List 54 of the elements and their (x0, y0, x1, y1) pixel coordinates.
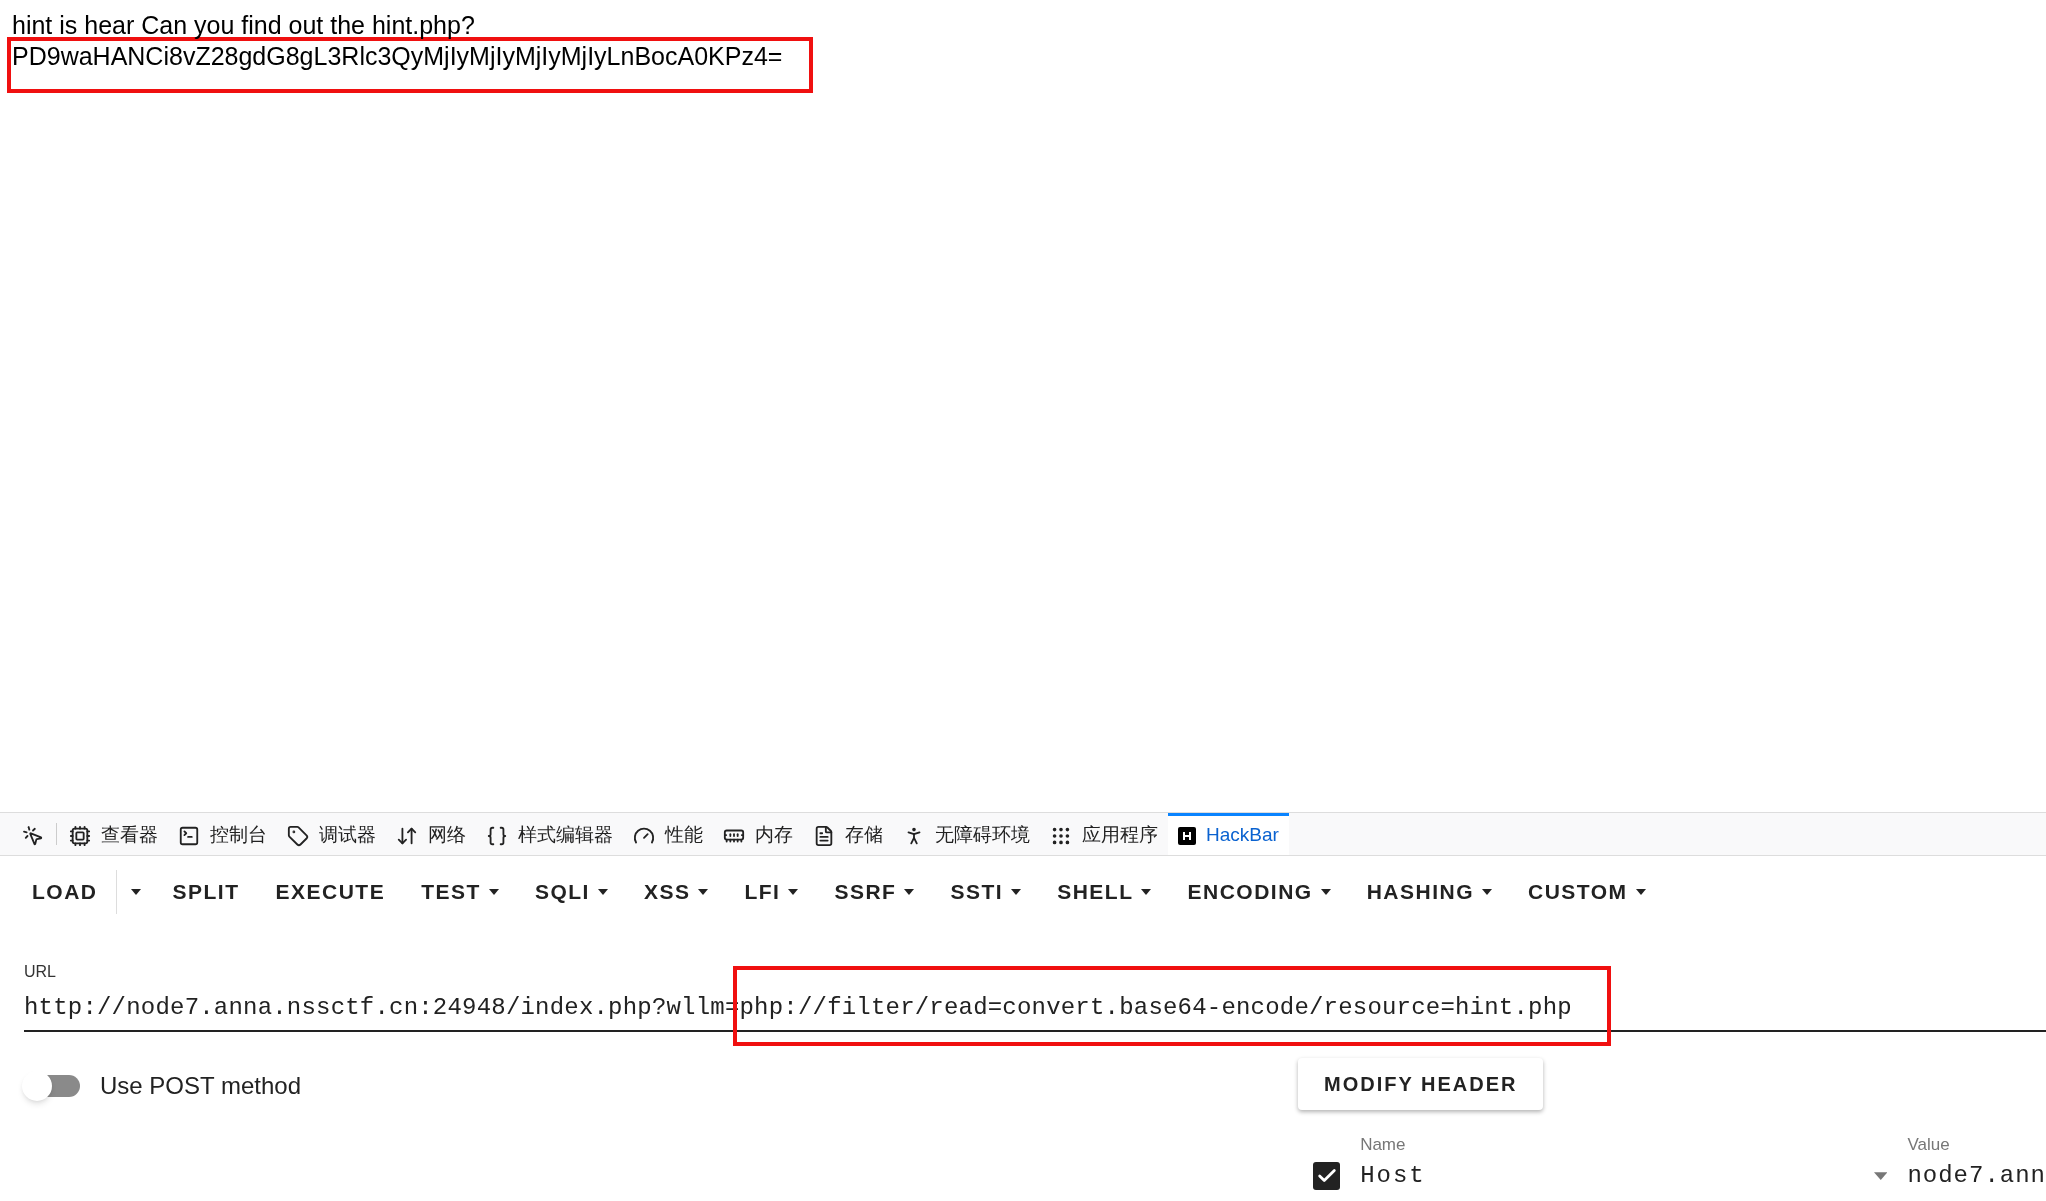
caret-icon (1482, 889, 1492, 895)
devtools-tab[interactable]: 内存 (713, 813, 803, 855)
devtools-tab[interactable]: 存储 (803, 813, 893, 855)
tag-icon (287, 824, 309, 847)
devtools-tab[interactable]: HackBar (1168, 813, 1289, 855)
header-value-label: Value (1907, 1134, 1950, 1156)
document-icon (813, 824, 835, 847)
caret-icon (1141, 889, 1152, 895)
header-value-field[interactable]: node7.ann (1907, 1157, 2046, 1194)
caret-icon (597, 889, 608, 895)
devtools-tab[interactable]: 样式编辑器 (476, 813, 623, 855)
hint-text: hint is hear Can you find out the hint.php? (12, 10, 476, 40)
devtools-tab[interactable]: 无障碍环境 (893, 813, 1040, 855)
toolbar-button[interactable]: LOAD (14, 870, 116, 914)
caret-icon (1635, 889, 1646, 895)
toolbar-button[interactable]: TEST (403, 870, 517, 914)
post-method-label: Use POST method (100, 1071, 301, 1101)
caret-icon (788, 889, 799, 895)
toolbar-button[interactable]: ENCODING (1169, 870, 1349, 914)
chip-icon (69, 824, 91, 847)
toolbar-button[interactable]: SPLIT (154, 870, 258, 914)
post-method-switch[interactable] (22, 1071, 82, 1101)
caret-icon (1011, 889, 1022, 895)
url-label: URL (24, 962, 56, 982)
braces-icon (486, 824, 508, 847)
header-name-label: Name (1360, 1134, 1406, 1156)
toolbar-button[interactable]: SSTI (932, 870, 1040, 914)
toolbar-button[interactable]: CUSTOM (1510, 870, 1664, 914)
caret-icon (130, 889, 141, 895)
toolbar-button[interactable]: EXECUTE (257, 870, 404, 914)
caret-icon (488, 889, 499, 895)
devtools-tab[interactable]: 性能 (623, 813, 713, 855)
hackbar-logo-icon (1178, 826, 1196, 845)
devtools-tab[interactable]: 查看器 (59, 813, 168, 855)
caret-icon (1320, 889, 1331, 895)
devtools-tab[interactable]: 应用程序 (1040, 813, 1168, 855)
caret-icon (698, 889, 709, 895)
toolbar-button[interactable]: XSS (625, 870, 727, 914)
devtools-tab[interactable]: 控制台 (168, 813, 277, 855)
header-checkbox[interactable] (1313, 1161, 1341, 1190)
encoded-text: PD9waHANCi8vZ28gdG8gL3Rlc3QyMjIyMjIyMjIyMjIyLnBocA0KPz4= (12, 41, 783, 71)
toolbar-button[interactable]: SHELL (1039, 870, 1170, 914)
modify-header-button[interactable]: MODIFY HEADER (1298, 1058, 1544, 1110)
toolbar-button[interactable]: HASHING (1348, 870, 1510, 914)
caret-icon (904, 889, 915, 895)
terminal-icon (178, 824, 200, 847)
devtools-tab[interactable]: 调试器 (277, 813, 386, 855)
devtools-tab[interactable]: 网络 (386, 813, 476, 855)
picker-icon (22, 824, 44, 847)
header-name-field[interactable]: Host (1360, 1157, 1426, 1194)
toolbar-button[interactable]: SQLI (516, 870, 626, 914)
toolbar-button[interactable]: LFI (726, 870, 817, 914)
toolbar-button[interactable]: SSRF (816, 870, 933, 914)
dropdown-arrow-icon (1873, 1171, 1888, 1180)
